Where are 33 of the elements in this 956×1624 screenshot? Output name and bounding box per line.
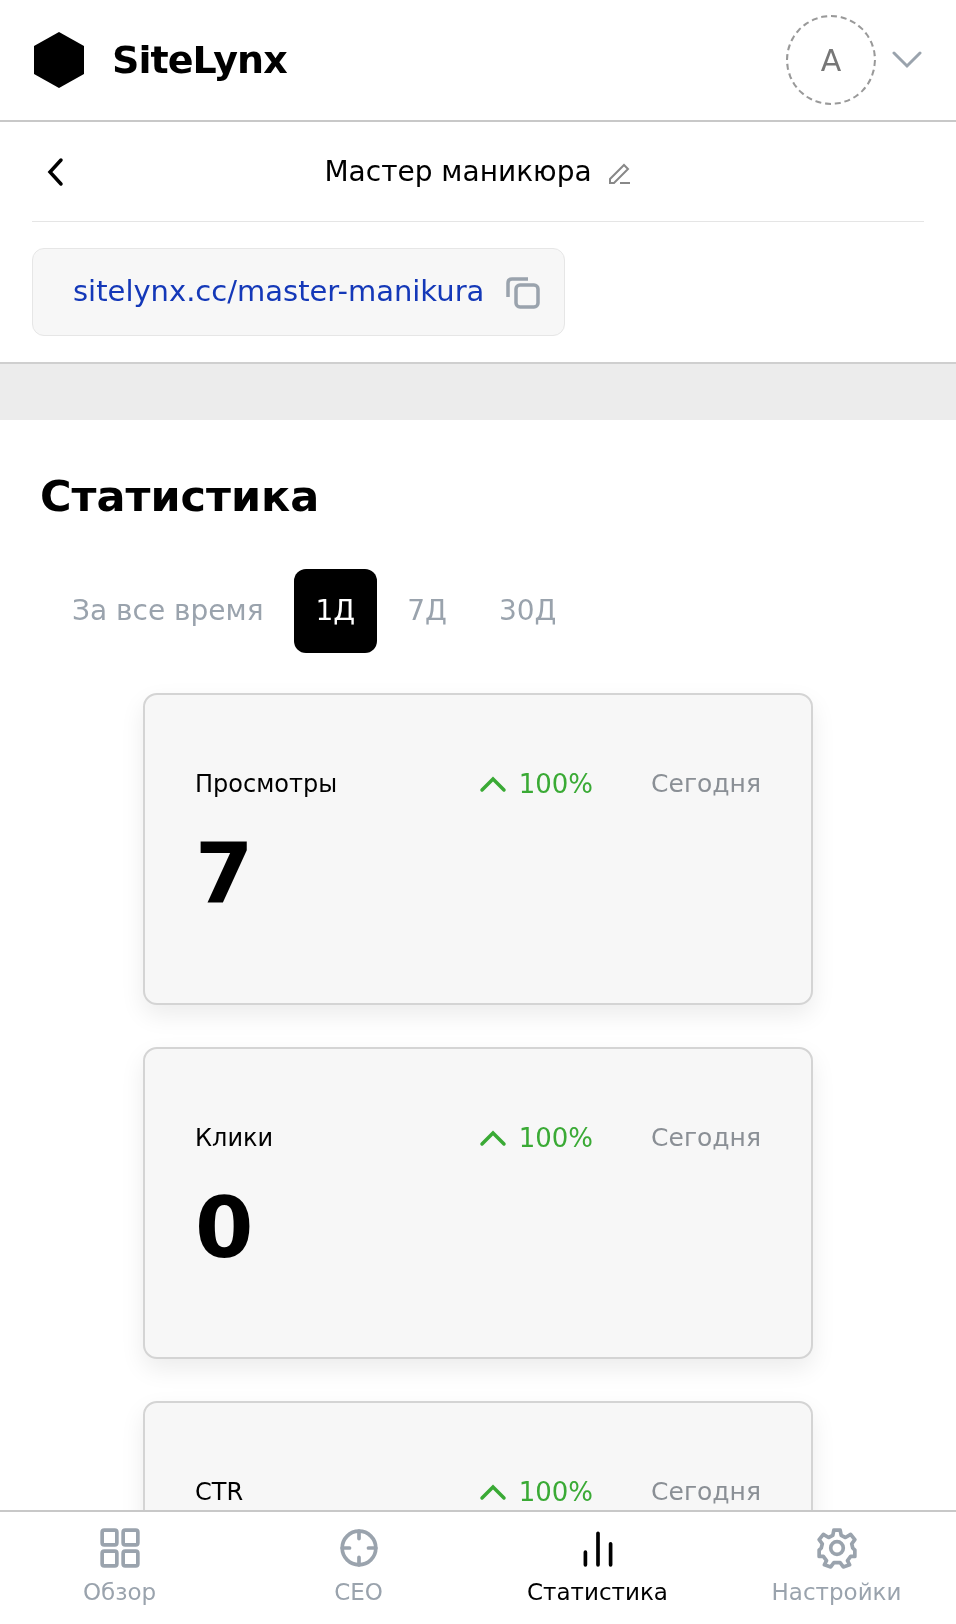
period-tab[interactable]: За все время [50, 568, 286, 653]
arrow-up-icon [478, 1129, 507, 1147]
period-label: Сегодня [651, 1122, 761, 1155]
nav-tab[interactable]: Обзор [0, 1526, 239, 1610]
period-label: Сегодня [651, 768, 761, 801]
change-percent: 100% [518, 1475, 594, 1509]
period-tab[interactable]: 1Д [293, 568, 378, 653]
change-percent: 100% [518, 767, 594, 801]
chevron-down-icon[interactable] [892, 51, 922, 69]
stat-label: CTR [195, 1477, 245, 1508]
stat-value: 7 [195, 831, 254, 916]
avatar[interactable]: A [786, 15, 876, 105]
arrow-up-icon [478, 775, 507, 793]
change-percent: 100% [518, 1121, 594, 1155]
nav-tab[interactable]: Статистика [478, 1526, 717, 1610]
page-title: Мастер маникюра [324, 153, 592, 190]
period-tab[interactable]: 30Д [476, 568, 579, 653]
period-tab[interactable]: 7Д [385, 568, 469, 653]
hexagon-logo-icon [34, 32, 84, 88]
site-link[interactable]: sitelynx.cc/master-manikura [73, 270, 485, 314]
section-title: Статистика [40, 470, 321, 523]
crosshair-icon [337, 1526, 380, 1569]
nav-tab[interactable]: Настройки [717, 1526, 956, 1610]
stat-label: Клики [195, 1123, 275, 1154]
settings-icon [815, 1526, 858, 1569]
logo-text: SiteLynx [112, 36, 287, 84]
stat-value: 0 [195, 1185, 254, 1270]
arrow-up-icon [478, 1483, 507, 1501]
nav-tab[interactable]: СЕО [239, 1526, 478, 1610]
stat-label: Просмотры [195, 769, 339, 800]
period-label: Сегодня [651, 1476, 761, 1509]
back-icon[interactable] [46, 156, 64, 187]
grid-icon [98, 1526, 141, 1569]
